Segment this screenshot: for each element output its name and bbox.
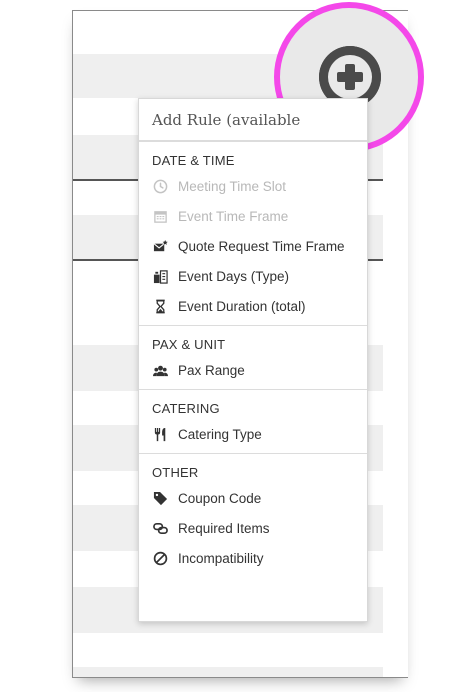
link-icon bbox=[152, 520, 168, 536]
section-catering: CATERING Catering Type bbox=[139, 389, 367, 453]
envelope-star-icon bbox=[152, 238, 168, 254]
item-label: Pax Range bbox=[178, 362, 245, 378]
item-label: Required Items bbox=[178, 520, 270, 536]
menu-item-meeting-time-slot[interactable]: Meeting Time Slot bbox=[152, 171, 367, 201]
section-pax-unit: PAX & UNIT Pax Range bbox=[139, 325, 367, 389]
hourglass-icon bbox=[152, 298, 168, 314]
menu-item-coupon-code[interactable]: Coupon Code bbox=[152, 483, 367, 513]
cutlery-icon bbox=[152, 426, 168, 442]
tag-icon bbox=[152, 490, 168, 506]
menu-item-event-time-frame[interactable]: Event Time Frame bbox=[152, 201, 367, 231]
item-label: Catering Type bbox=[178, 426, 262, 442]
menu-item-incompatibility[interactable]: Incompatibility bbox=[152, 543, 367, 573]
section-title: CATERING bbox=[152, 401, 220, 416]
section-other: OTHER Coupon Code Required Items Incompa… bbox=[139, 453, 367, 577]
clock-icon bbox=[152, 178, 168, 194]
ban-icon bbox=[152, 550, 168, 566]
background-row bbox=[73, 667, 383, 677]
add-rule-dropdown: Add Rule (available DATE & TIME Meeting … bbox=[138, 98, 368, 622]
menu-item-pax-range[interactable]: Pax Range bbox=[152, 355, 367, 385]
item-label: Incompatibility bbox=[178, 550, 264, 566]
dropdown-header: Add Rule (available bbox=[139, 99, 367, 141]
calendar-icon bbox=[152, 208, 168, 224]
calendar-list-icon bbox=[152, 268, 168, 284]
menu-item-event-duration-total[interactable]: Event Duration (total) bbox=[152, 291, 367, 321]
item-label: Quote Request Time Frame bbox=[178, 238, 345, 254]
item-label: Coupon Code bbox=[178, 490, 262, 506]
section-title: PAX & UNIT bbox=[152, 337, 226, 352]
item-label: Event Time Frame bbox=[178, 208, 289, 224]
item-label: Event Days (Type) bbox=[178, 268, 290, 284]
menu-item-event-days-type[interactable]: Event Days (Type) bbox=[152, 261, 367, 291]
menu-item-catering-type[interactable]: Catering Type bbox=[152, 419, 367, 449]
item-label: Event Duration (total) bbox=[178, 298, 306, 314]
group-icon bbox=[152, 362, 168, 378]
section-title: DATE & TIME bbox=[152, 153, 235, 168]
menu-item-quote-request-time-frame[interactable]: Quote Request Time Frame bbox=[152, 231, 367, 261]
menu-item-required-items[interactable]: Required Items bbox=[152, 513, 367, 543]
item-label: Meeting Time Slot bbox=[178, 178, 287, 194]
section-date-time: DATE & TIME Meeting Time Slot Event Time… bbox=[139, 141, 367, 325]
section-title: OTHER bbox=[152, 465, 199, 480]
